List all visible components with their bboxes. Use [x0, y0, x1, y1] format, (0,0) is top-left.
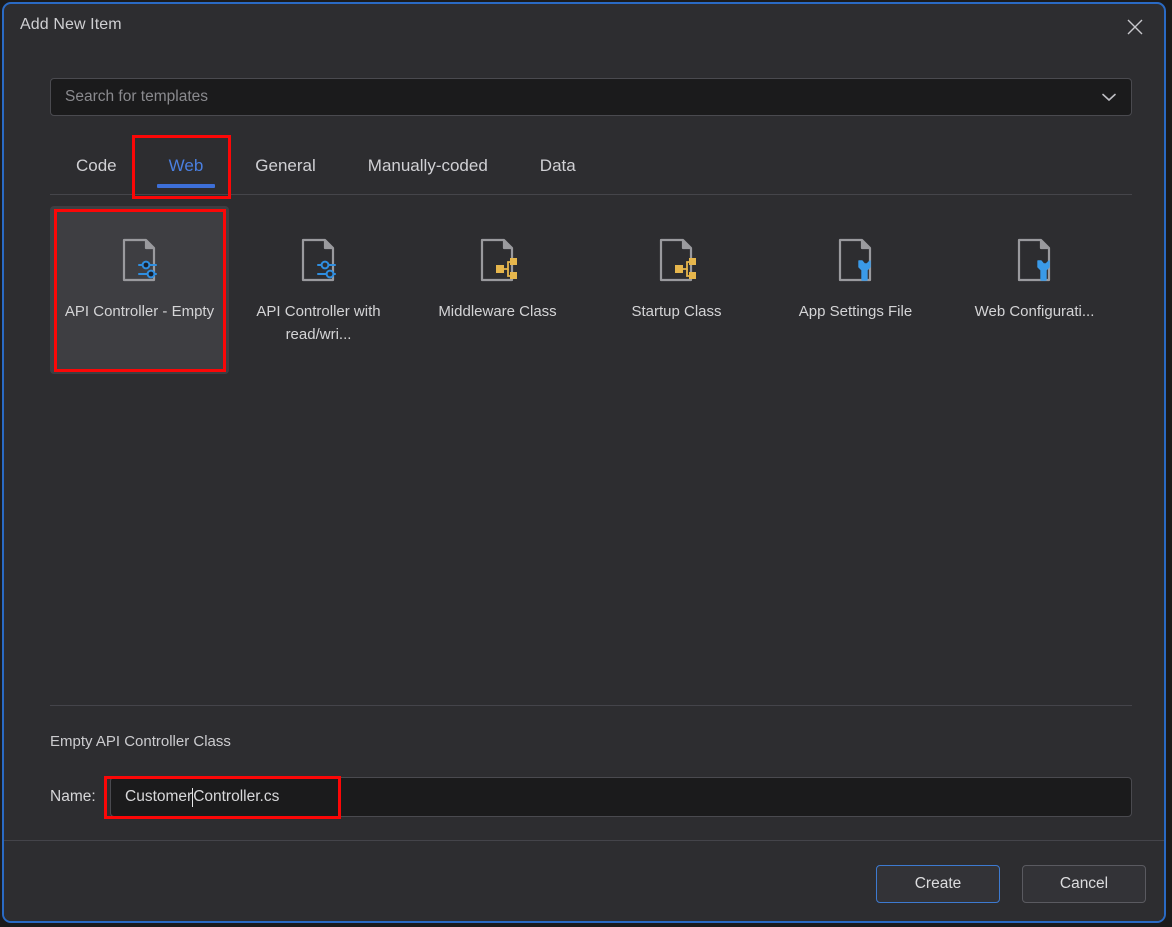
- close-button[interactable]: [1112, 8, 1158, 46]
- tabs-divider: [50, 194, 1132, 195]
- template-tile-label: Startup Class: [631, 303, 722, 320]
- document-wrench-icon: [1009, 232, 1061, 288]
- template-tile-label: API Controller - Empty: [64, 303, 215, 320]
- document-api-icon: [114, 232, 166, 288]
- search-input[interactable]: [51, 79, 1131, 115]
- dialog-title: Add New Item: [20, 16, 122, 33]
- tab-general[interactable]: General: [229, 140, 341, 192]
- dialog-titlebar: Add New Item: [4, 4, 1164, 52]
- tab-label: Web: [168, 156, 204, 175]
- add-new-item-dialog: Add New Item Code Web General Manually-c…: [2, 2, 1166, 923]
- tab-code[interactable]: Code: [50, 140, 143, 192]
- template-tile-api-controller-read-write[interactable]: API Controller with read/wri...: [229, 206, 408, 374]
- document-api-icon: [293, 232, 345, 288]
- document-wrench-icon: [830, 232, 882, 288]
- template-grid: API Controller - Empty API Controller wi…: [50, 206, 1132, 696]
- search-box[interactable]: [50, 78, 1132, 116]
- name-value-after-caret: Controller.cs: [193, 788, 280, 805]
- tab-label: Manually-coded: [367, 156, 488, 175]
- template-tile-middleware-class[interactable]: Middleware Class: [408, 206, 587, 374]
- description-divider: [50, 705, 1132, 706]
- dialog-footer: Create Cancel: [4, 841, 1164, 921]
- chevron-down-icon[interactable]: [1097, 79, 1121, 115]
- create-button[interactable]: Create: [876, 865, 1000, 903]
- document-class-icon: [651, 232, 703, 288]
- template-category-tabs: Code Web General Manually-coded Data: [50, 140, 1132, 192]
- document-class-icon: [472, 232, 524, 288]
- name-value-before-caret: Customer: [125, 788, 193, 805]
- tab-manually-coded[interactable]: Manually-coded: [342, 140, 514, 192]
- tab-label: General: [255, 156, 316, 175]
- close-icon: [1126, 18, 1144, 36]
- tab-web[interactable]: Web: [143, 140, 230, 192]
- name-input-value: Customer Controller.cs: [125, 778, 279, 816]
- template-tile-app-settings-file[interactable]: App Settings File: [766, 206, 945, 374]
- template-tile-web-configuration-file[interactable]: Web Configurati...: [945, 206, 1124, 374]
- tab-data[interactable]: Data: [514, 140, 602, 192]
- template-tile-label: Middleware Class: [438, 303, 557, 320]
- cancel-button[interactable]: Cancel: [1022, 865, 1146, 903]
- template-tile-startup-class[interactable]: Startup Class: [587, 206, 766, 374]
- template-tile-label: Web Configurati...: [974, 303, 1095, 320]
- template-tile-label: API Controller with read/wri...: [256, 303, 381, 343]
- template-tile-label: App Settings File: [798, 303, 913, 320]
- template-description: Empty API Controller Class: [50, 733, 231, 750]
- template-tile-api-controller-empty[interactable]: API Controller - Empty: [50, 206, 229, 374]
- name-input[interactable]: Customer Controller.cs: [110, 777, 1132, 817]
- tab-label: Code: [76, 156, 117, 175]
- tab-label: Data: [539, 156, 576, 175]
- name-field-label: Name:: [50, 788, 96, 805]
